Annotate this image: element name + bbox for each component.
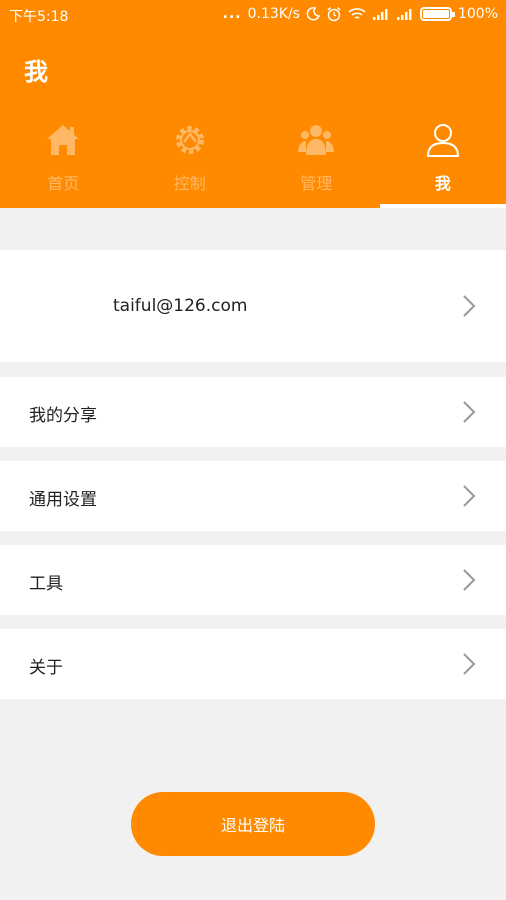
tab-label: 首页: [47, 174, 80, 193]
status-time: 下午5:18: [9, 9, 69, 25]
chevron-right-icon: [462, 652, 476, 676]
tab-bar: 首页 控制 管理 我: [0, 112, 506, 208]
wifi-icon: [348, 7, 366, 21]
account-row[interactable]: taiful@126.com: [0, 250, 506, 362]
status-right: ... 0.13K/s 100%: [223, 6, 498, 22]
chevron-right-icon: [462, 400, 476, 424]
network-speed: 0.13K/s: [247, 6, 300, 22]
app-header: 下午5:18 ... 0.13K/s 100% 我 首页 控制 管理 我: [0, 0, 506, 208]
tab-me[interactable]: 我: [379, 112, 506, 208]
chevron-right-icon: [462, 568, 476, 592]
tab-label: 管理: [300, 174, 333, 193]
menu-item-label: 工具: [29, 574, 63, 594]
tab-control[interactable]: 控制: [127, 112, 254, 208]
menu-item-general-settings[interactable]: 通用设置: [0, 461, 506, 531]
menu-item-tools[interactable]: 工具: [0, 545, 506, 615]
status-bar: 下午5:18 ... 0.13K/s 100%: [0, 0, 506, 30]
tab-home[interactable]: 首页: [0, 112, 127, 208]
signal-icon: [372, 8, 390, 20]
page-title: 我: [24, 58, 48, 86]
menu-item-label: 通用设置: [29, 490, 97, 510]
menu-item-my-share[interactable]: 我的分享: [0, 377, 506, 447]
menu-item-label: 我的分享: [29, 406, 97, 426]
menu-item-about[interactable]: 关于: [0, 629, 506, 699]
status-dots: ...: [222, 6, 242, 22]
user-icon: [425, 122, 461, 158]
moon-icon: [306, 7, 320, 21]
tab-label: 控制: [173, 174, 206, 193]
users-icon: [298, 122, 335, 158]
tab-label: 我: [434, 174, 451, 193]
home-icon: [45, 122, 81, 158]
gear-icon: [172, 122, 208, 158]
signal-icon: [396, 8, 414, 20]
menu-item-label: 关于: [29, 658, 63, 678]
chevron-right-icon: [462, 484, 476, 508]
battery-icon: [419, 7, 455, 21]
account-email: taiful@126.com: [113, 296, 248, 316]
tab-manage[interactable]: 管理: [253, 112, 380, 208]
battery-text: 100%: [457, 6, 498, 22]
logout-button[interactable]: 退出登陆: [131, 792, 375, 856]
alarm-icon: [326, 6, 342, 22]
chevron-right-icon: [462, 294, 476, 318]
